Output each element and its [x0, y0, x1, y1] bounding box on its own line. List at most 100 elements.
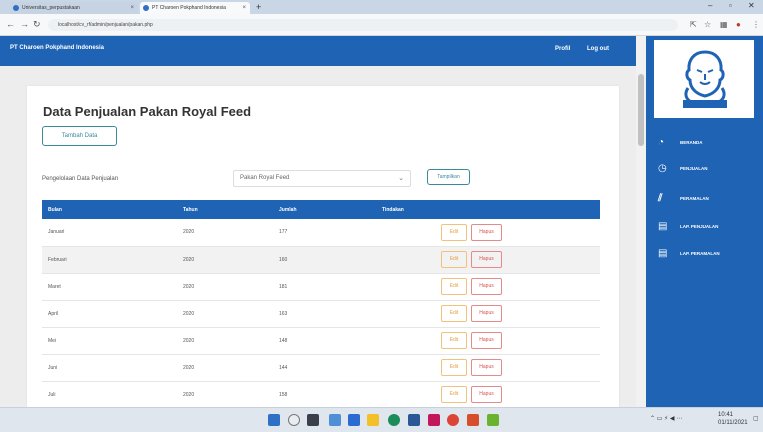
delete-button[interactable]: Hapus — [471, 305, 502, 322]
minimize-icon[interactable]: – — [708, 1, 712, 10]
delete-button[interactable]: Hapus — [471, 251, 502, 268]
sidebar-item-lap-peramalan[interactable]: ▤ LAP. PERAMALAN — [658, 247, 720, 261]
sidebar: ◔ BERANDA ◷ PENJUALAN ⫽ PERAMALAN ▤ LAP. PEN… — [646, 36, 763, 407]
cell-actions: Edit Hapus — [376, 381, 600, 407]
header-jumlah: Jumlah — [279, 206, 297, 213]
main-content: Data Penjualan Pakan Royal Feed Tambah D… — [0, 66, 636, 407]
task-view-icon[interactable] — [307, 414, 319, 426]
sidebar-item-beranda[interactable]: ◔ BERANDA — [658, 136, 703, 150]
sales-table: Bulan Tahun Jumlah Tindakan Januari 2020 1… — [42, 200, 600, 407]
edit-button[interactable]: Edit — [441, 359, 467, 376]
tab-close-icon[interactable]: × — [130, 2, 134, 14]
delete-button[interactable]: Hapus — [471, 332, 502, 349]
delete-button[interactable]: Hapus — [471, 278, 502, 295]
share-icon[interactable]: ⇱ — [690, 20, 697, 29]
edit-button[interactable]: Edit — [441, 278, 467, 295]
cell-actions: Edit Hapus — [376, 354, 600, 382]
delete-button[interactable]: Hapus — [471, 223, 502, 241]
show-button[interactable]: Tampilkan — [427, 169, 470, 185]
delete-button[interactable]: Hapus — [471, 386, 502, 403]
cell-tahun: 2020 — [177, 273, 273, 301]
cell-actions: Edit Hapus — [376, 300, 600, 328]
page-scrollbar[interactable] — [636, 36, 646, 407]
back-icon[interactable]: ← — [6, 19, 15, 29]
cell-actions: Edit Hapus — [376, 327, 600, 355]
chevron-down-icon: ⌄ — [398, 175, 404, 182]
sidebar-item-penjualan[interactable]: ◷ PENJUALAN — [658, 162, 708, 176]
sidebar-item-lap-penjualan[interactable]: ▤ LAP. PENJUALAN — [658, 220, 718, 234]
search-icon[interactable] — [288, 414, 300, 426]
store-icon[interactable] — [408, 414, 420, 426]
browser-tab-active[interactable]: PT Charoen Pokphand Indonesia × — [140, 2, 250, 14]
menu-dots-icon[interactable]: ⋮ — [752, 20, 760, 29]
delete-button[interactable]: Hapus — [471, 359, 502, 376]
forward-icon[interactable]: → — [20, 19, 29, 29]
clock-date: 01/11/2021 — [718, 420, 748, 426]
table-row: Mei 2020 148 Edit Hapus — [42, 327, 600, 355]
logout-link[interactable]: Log out — [587, 46, 609, 52]
cell-bulan: Juni — [42, 354, 177, 382]
edit-button[interactable]: Edit — [441, 223, 467, 241]
tab-favicon-icon — [13, 5, 19, 11]
edit-button[interactable]: Edit — [441, 386, 467, 403]
table-row: Juni 2020 144 Edit Hapus — [42, 354, 600, 382]
address-bar: ← → ↻ localhost/cv_rf/admin/penjualan/pa… — [0, 14, 763, 36]
table-row: Januari 2020 177 Edit Hapus — [42, 219, 600, 247]
cell-tahun: 2020 — [177, 246, 273, 274]
header-tahun: Tahun — [183, 206, 198, 213]
cell-bulan: Februari — [42, 246, 177, 274]
reload-icon[interactable]: ↻ — [33, 19, 41, 30]
tab-favicon-icon — [143, 5, 149, 11]
edge-icon[interactable] — [388, 414, 400, 426]
scrollbar-thumb[interactable] — [638, 74, 644, 146]
cell-tahun: 2020 — [177, 354, 273, 382]
tab-close-icon[interactable]: × — [242, 2, 246, 14]
file-explorer-icon[interactable] — [367, 414, 379, 426]
brand-title[interactable]: PT Charoen Pokphand Indonesia — [10, 45, 104, 51]
header-bulan: Bulan — [48, 206, 62, 213]
cell-bulan: Maret — [42, 273, 177, 301]
browser-tab[interactable]: Universitas_perpustakaan × — [10, 2, 138, 14]
bookmark-star-icon[interactable]: ☆ — [704, 20, 711, 29]
app-icon[interactable] — [428, 414, 440, 426]
edit-button[interactable]: Edit — [441, 251, 467, 268]
product-select[interactable]: Pakan Royal Feed ⌄ — [233, 170, 411, 187]
cell-actions: Edit Hapus — [376, 219, 600, 247]
add-data-button[interactable]: Tambah Data — [42, 126, 117, 146]
cell-actions: Edit Hapus — [376, 246, 600, 274]
start-icon[interactable] — [268, 414, 280, 426]
clock[interactable]: 10:41 01/11/2021 — [718, 411, 748, 427]
table-row: Juli 2020 158 Edit Hapus — [42, 381, 600, 407]
new-tab-button[interactable]: + — [256, 2, 261, 12]
edit-button[interactable]: Edit — [441, 305, 467, 322]
report-icon: ▤ — [658, 248, 668, 259]
extensions-icon[interactable]: ▦ — [720, 20, 728, 29]
table-row: Februari 2020 160 Edit Hapus — [42, 246, 600, 274]
system-tray-icons[interactable]: ⌃ ▭ ⚡ ◀ ⋯ — [650, 415, 682, 422]
chat-icon[interactable] — [348, 414, 360, 426]
profile-icon[interactable]: ● — [736, 20, 741, 29]
close-window-icon[interactable]: ✕ — [748, 1, 755, 10]
sidebar-item-peramalan[interactable]: ⫽ PERAMALAN — [658, 192, 709, 206]
product-select-value: Pakan Royal Feed — [240, 175, 290, 181]
os-taskbar: ⌃ ▭ ⚡ ◀ ⋯ 10:41 01/11/2021 ▢ — [0, 407, 763, 432]
sidebar-item-label: BERANDA — [680, 140, 703, 146]
url-field[interactable]: localhost/cv_rf/admin/penjualan/pakan.ph… — [48, 19, 678, 31]
dashboard-icon: ◔ — [658, 137, 665, 148]
chrome-icon[interactable] — [447, 414, 459, 426]
maximize-icon[interactable]: ▫ — [729, 1, 732, 10]
browser-tab-bar: Universitas_perpustakaan × PT Charoen Po… — [0, 0, 763, 14]
notification-icon[interactable]: ▢ — [753, 415, 759, 422]
filter-label: Pengelolaan Data Penjualan — [42, 176, 119, 182]
cell-actions: Edit Hapus — [376, 273, 600, 301]
table-header-row: Bulan Tahun Jumlah Tindakan — [42, 200, 600, 219]
app2-icon[interactable] — [467, 414, 479, 426]
app3-icon[interactable] — [487, 414, 499, 426]
widgets-icon[interactable] — [329, 414, 341, 426]
edit-button[interactable]: Edit — [441, 332, 467, 349]
company-logo — [654, 40, 754, 118]
forecast-icon: ⫽ — [658, 193, 663, 204]
table-row: Maret 2020 181 Edit Hapus — [42, 273, 600, 301]
profil-link[interactable]: Profil — [555, 46, 570, 52]
cell-jumlah: 177 — [273, 219, 376, 247]
